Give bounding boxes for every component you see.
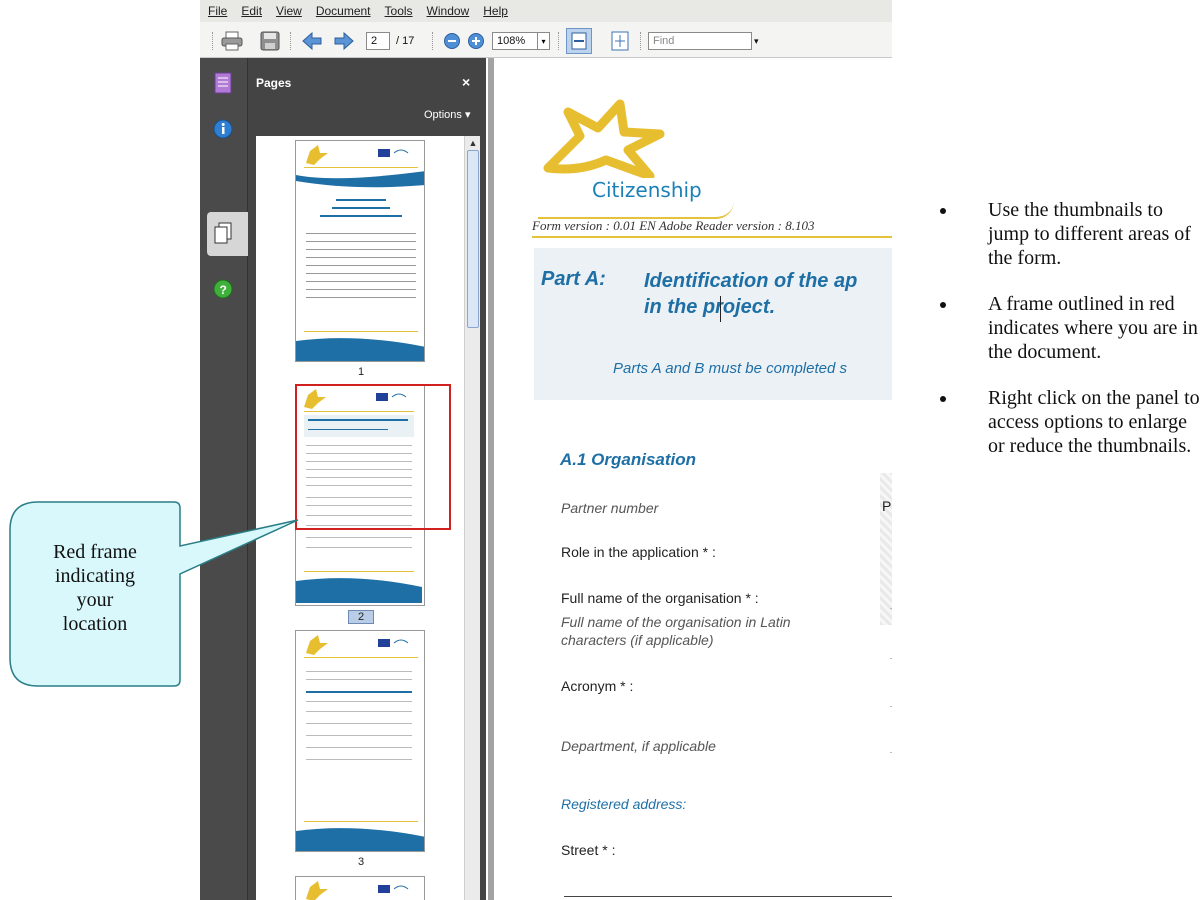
current-view-frame[interactable] — [295, 384, 451, 530]
toolbar-separator — [640, 32, 642, 50]
part-label: Part A: — [541, 268, 606, 290]
scroll-up-icon[interactable]: ▲ — [467, 137, 479, 149]
menu-file[interactable]: File — [208, 4, 227, 18]
bullet-icon — [940, 302, 946, 308]
acronym-field[interactable] — [890, 706, 892, 707]
menu-document[interactable]: Document — [316, 4, 371, 18]
role-label: Role in the application * : — [561, 544, 716, 560]
document-view[interactable]: Citizenship Form version : 0.01 EN Adobe… — [488, 58, 892, 900]
toolbar-separator — [432, 32, 434, 50]
pages-icon[interactable] — [210, 220, 236, 246]
info-icon[interactable] — [210, 116, 236, 142]
note-item: A frame outlined in red indicates where … — [940, 292, 1203, 364]
page-thumbnail-3[interactable] — [295, 630, 425, 852]
page-number-input[interactable]: 2 — [366, 32, 390, 50]
zoom-input[interactable]: 108% — [492, 32, 538, 50]
text-cursor — [720, 296, 721, 322]
bookmarks-icon[interactable] — [210, 70, 236, 96]
acronym-label: Acronym * : — [561, 678, 634, 694]
part-title-line-1: Identification of the ap — [644, 270, 858, 292]
note-item: Use the thumbnails to jump to different … — [940, 198, 1203, 270]
toolbar: 2 / 17 108% ▾ Find ▾ — [200, 22, 892, 58]
toolbar-separator — [290, 32, 292, 50]
callout-line-1: Red frame — [53, 541, 137, 563]
menu-bar: File Edit View Document Tools Window Hel… — [200, 0, 892, 22]
next-page-icon[interactable] — [332, 30, 356, 52]
logo-swoosh — [538, 201, 734, 219]
pages-panel[interactable]: Pages × Options ▾ 1 2 3 ▲ — [248, 58, 486, 900]
svg-text:?: ? — [220, 283, 227, 297]
find-input[interactable]: Find — [648, 32, 752, 50]
partner-number-label: Partner number — [561, 500, 659, 516]
star-logo-icon — [543, 99, 665, 178]
full-name-label: Full name of the organisation * : — [561, 590, 759, 606]
thumbnail-label: 3 — [357, 856, 365, 868]
thumbnail-scrollbar[interactable]: ▲ — [464, 136, 480, 900]
department-field[interactable] — [890, 752, 892, 753]
part-title: Identification of the ap in the project. — [644, 268, 857, 320]
callout-text: Red frame indicating your location — [12, 540, 178, 636]
partner-number-field[interactable] — [880, 473, 892, 625]
menu-help[interactable]: Help — [483, 4, 508, 18]
note-item: Right click on the panel to access optio… — [940, 386, 1203, 458]
full-name-field[interactable] — [890, 608, 892, 609]
thumbnail-label: 1 — [357, 366, 365, 378]
full-name-latin-label-1: Full name of the organisation in Latin — [561, 614, 791, 630]
street-field[interactable] — [564, 896, 892, 897]
options-menu[interactable]: Options ▾ — [424, 108, 471, 121]
close-icon[interactable]: × — [462, 74, 470, 90]
parts-note: Parts A and B must be completed s — [613, 360, 848, 377]
menu-window[interactable]: Window — [427, 4, 470, 18]
navigation-strip: ? — [200, 58, 248, 900]
adobe-reader-window: File Edit View Document Tools Window Hel… — [200, 0, 892, 900]
toolbar-separator — [558, 32, 560, 50]
find-dropdown-icon[interactable]: ▾ — [754, 30, 759, 52]
fit-width-icon[interactable] — [566, 28, 592, 54]
thumbnail-list[interactable]: 1 2 3 — [256, 136, 464, 900]
page-thumbnail-1[interactable] — [295, 140, 425, 362]
registered-address-label: Registered address: — [561, 796, 687, 812]
menu-edit[interactable]: Edit — [241, 4, 262, 18]
callout-line-3: your — [76, 589, 114, 611]
callout-line-2: indicating — [55, 565, 135, 587]
pages-panel-title: Pages — [256, 76, 292, 90]
full-name-latin-field[interactable] — [890, 658, 892, 659]
zoom-dropdown-icon[interactable]: ▾ — [538, 32, 550, 50]
note-text: Use the thumbnails to jump to different … — [988, 199, 1191, 269]
zoom-in-icon[interactable] — [464, 30, 488, 52]
previous-page-icon[interactable] — [300, 30, 324, 52]
print-icon[interactable] — [220, 30, 244, 52]
page-total: / 17 — [396, 35, 415, 47]
part-title-line-2: in the project. — [644, 296, 776, 318]
toolbar-separator — [212, 32, 214, 50]
scrollbar-thumb[interactable] — [467, 150, 479, 328]
divider — [532, 236, 892, 238]
partner-number-value: P — [882, 498, 892, 514]
callout-line-4: location — [62, 613, 128, 635]
form-version: Form version : 0.01 EN Adobe Reader vers… — [532, 218, 815, 233]
fit-page-icon[interactable] — [608, 30, 632, 52]
department-label: Department, if applicable — [561, 738, 716, 754]
help-icon[interactable]: ? — [210, 276, 236, 302]
note-text: Right click on the panel to access optio… — [988, 387, 1200, 457]
street-label: Street * : — [561, 842, 616, 858]
bullet-icon — [940, 208, 946, 214]
section-title: A.1 Organisation — [560, 450, 697, 469]
save-icon[interactable] — [258, 30, 282, 52]
page-thumbnail-4[interactable] — [295, 876, 425, 900]
instruction-notes: Use the thumbnails to jump to different … — [940, 198, 1203, 480]
logo-text: Citizenship — [592, 178, 702, 202]
menu-tools[interactable]: Tools — [385, 4, 413, 18]
note-text: A frame outlined in red indicates where … — [988, 293, 1198, 363]
bullet-icon — [940, 396, 946, 402]
zoom-out-icon[interactable] — [440, 30, 464, 52]
menu-view[interactable]: View — [276, 4, 302, 18]
thumbnail-label-selected: 2 — [348, 610, 374, 624]
full-name-latin-label-2: characters (if applicable) — [561, 632, 714, 648]
